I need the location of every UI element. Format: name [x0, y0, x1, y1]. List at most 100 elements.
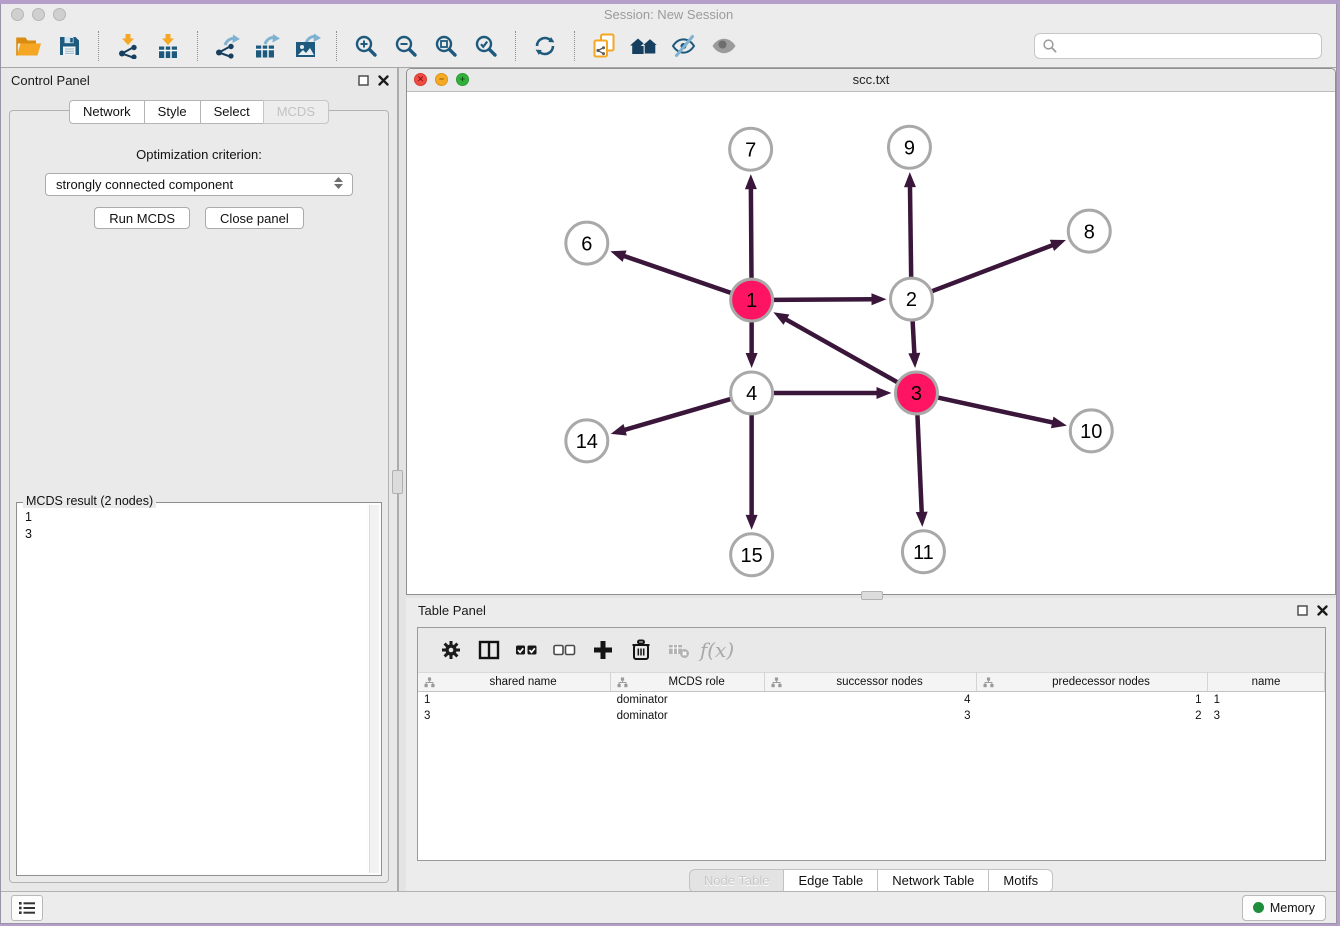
- tab-mcds[interactable]: MCDS: [263, 100, 329, 124]
- copy-network-icon[interactable]: [584, 29, 624, 63]
- table-cell[interactable]: 1: [418, 692, 611, 709]
- tab-style[interactable]: Style: [144, 100, 201, 124]
- edge-arrowhead: [1050, 240, 1066, 251]
- graph-node-1[interactable]: 1: [731, 279, 773, 321]
- edge-1-7[interactable]: [751, 187, 752, 278]
- graph-node-14[interactable]: 14: [566, 420, 608, 462]
- table-cell[interactable]: dominator: [611, 692, 765, 709]
- mcds-result-text[interactable]: 1 3: [19, 505, 367, 873]
- graph-node-8[interactable]: 8: [1068, 210, 1110, 252]
- table-cell[interactable]: 3: [418, 708, 611, 724]
- select-all-icon[interactable]: [508, 633, 546, 667]
- float-panel-icon[interactable]: [358, 73, 369, 91]
- home-icon[interactable]: [624, 29, 664, 63]
- column-header-successor-nodes[interactable]: successor nodes: [765, 673, 977, 692]
- network-canvas[interactable]: 7 9 6 8 1 2 4 3 14 10 15 11: [407, 92, 1335, 594]
- result-scrollbar[interactable]: [369, 505, 379, 873]
- close-table-panel-icon[interactable]: [1317, 603, 1328, 621]
- edge-4-14[interactable]: [623, 399, 730, 430]
- zoom-out-icon[interactable]: [386, 29, 426, 63]
- run-mcds-button[interactable]: Run MCDS: [94, 207, 190, 229]
- edge-1-6[interactable]: [623, 256, 731, 293]
- table-settings-gear-icon[interactable]: [432, 633, 470, 667]
- graph-node-9[interactable]: 9: [888, 126, 930, 168]
- edge-arrowhead: [876, 387, 891, 399]
- export-table-icon[interactable]: [247, 29, 287, 63]
- search-input[interactable]: [1034, 33, 1322, 59]
- graph-node-3[interactable]: 3: [895, 372, 937, 414]
- graph-node-10[interactable]: 10: [1070, 410, 1112, 452]
- float-table-panel-icon[interactable]: [1297, 603, 1308, 621]
- zoom-fit-icon[interactable]: [426, 29, 466, 63]
- table-cell[interactable]: 3: [765, 708, 977, 724]
- refresh-layout-icon[interactable]: [525, 29, 565, 63]
- import-table-icon[interactable]: [148, 29, 188, 63]
- export-network-icon[interactable]: [207, 29, 247, 63]
- hide-eye-icon[interactable]: [664, 29, 704, 63]
- control-panel-tabs: Network Style Select MCDS: [1, 100, 397, 124]
- close-panel-icon[interactable]: [378, 73, 389, 91]
- optimization-criterion-label: Optimization criterion:: [10, 147, 388, 162]
- column-header-mcds-role[interactable]: MCDS role: [611, 673, 765, 692]
- split-columns-icon[interactable]: [470, 633, 508, 667]
- vertical-splitter-handle[interactable]: [392, 470, 403, 494]
- table-panel-title: Table Panel: [418, 603, 486, 618]
- add-column-icon[interactable]: [584, 633, 622, 667]
- app-window: Session: New Session: [0, 4, 1337, 924]
- table-panel-strip: [406, 861, 1336, 868]
- tab-motifs[interactable]: Motifs: [988, 869, 1053, 893]
- table-body-background: [418, 724, 1325, 860]
- table-cell[interactable]: 4: [765, 692, 977, 709]
- edge-3-11[interactable]: [917, 415, 921, 514]
- table-cell[interactable]: 3: [1208, 708, 1325, 724]
- graph-node-7[interactable]: 7: [730, 128, 772, 170]
- graph-node-15[interactable]: 15: [731, 534, 773, 576]
- column-header-shared-name[interactable]: shared name: [418, 673, 611, 692]
- tab-edge-table[interactable]: Edge Table: [783, 869, 878, 893]
- memory-button[interactable]: Memory: [1242, 895, 1326, 921]
- table-cell[interactable]: 1: [976, 692, 1207, 709]
- network-window-titlebar: ✕ − + scc.txt: [407, 69, 1335, 92]
- mcds-pane: Optimization criterion: strongly connect…: [9, 110, 389, 883]
- graph-node-2[interactable]: 2: [890, 278, 932, 320]
- table-row[interactable]: 3dominator323: [418, 708, 1325, 724]
- delete-column-icon[interactable]: [622, 633, 660, 667]
- table-cell[interactable]: dominator: [611, 708, 765, 724]
- edge-2-8[interactable]: [932, 245, 1054, 292]
- table-cell[interactable]: 2: [976, 708, 1207, 724]
- table-cell[interactable]: 1: [1208, 692, 1325, 709]
- memory-status-icon: [1253, 902, 1264, 913]
- table-toolbar: f(x): [418, 628, 1325, 672]
- close-panel-button[interactable]: Close panel: [205, 207, 304, 229]
- export-image-icon[interactable]: [287, 29, 327, 63]
- deselect-all-icon[interactable]: [546, 633, 584, 667]
- node-table-body: 1dominator4113dominator323: [418, 692, 1325, 725]
- show-eye-icon[interactable]: [704, 29, 744, 63]
- node-label: 10: [1080, 421, 1102, 443]
- graph-node-4[interactable]: 4: [731, 372, 773, 414]
- toolbar-separator: [515, 31, 516, 61]
- graph-node-11[interactable]: 11: [902, 531, 944, 573]
- tab-network[interactable]: Network: [69, 100, 145, 124]
- tab-select[interactable]: Select: [200, 100, 264, 124]
- criterion-select[interactable]: strongly connected component: [45, 173, 353, 196]
- edge-3-10[interactable]: [938, 398, 1054, 423]
- open-session-icon[interactable]: [9, 29, 49, 63]
- window-title: Session: New Session: [1, 7, 1336, 22]
- edge-2-3[interactable]: [913, 321, 915, 355]
- column-header-predecessor-nodes[interactable]: predecessor nodes: [976, 673, 1207, 692]
- import-network-icon[interactable]: [108, 29, 148, 63]
- save-session-icon[interactable]: [49, 29, 89, 63]
- tab-node-table[interactable]: Node Table: [689, 869, 785, 893]
- edge-2-9[interactable]: [910, 185, 911, 277]
- zoom-in-icon[interactable]: [346, 29, 386, 63]
- table-row[interactable]: 1dominator411: [418, 692, 1325, 709]
- column-header-name[interactable]: name: [1208, 673, 1325, 692]
- tab-network-table[interactable]: Network Table: [877, 869, 989, 893]
- memory-label: Memory: [1270, 901, 1315, 915]
- graph-node-6[interactable]: 6: [566, 222, 608, 264]
- edge-1-2[interactable]: [774, 299, 874, 300]
- edge-3-1[interactable]: [785, 319, 898, 382]
- task-history-button[interactable]: [11, 895, 43, 921]
- zoom-selected-icon[interactable]: [466, 29, 506, 63]
